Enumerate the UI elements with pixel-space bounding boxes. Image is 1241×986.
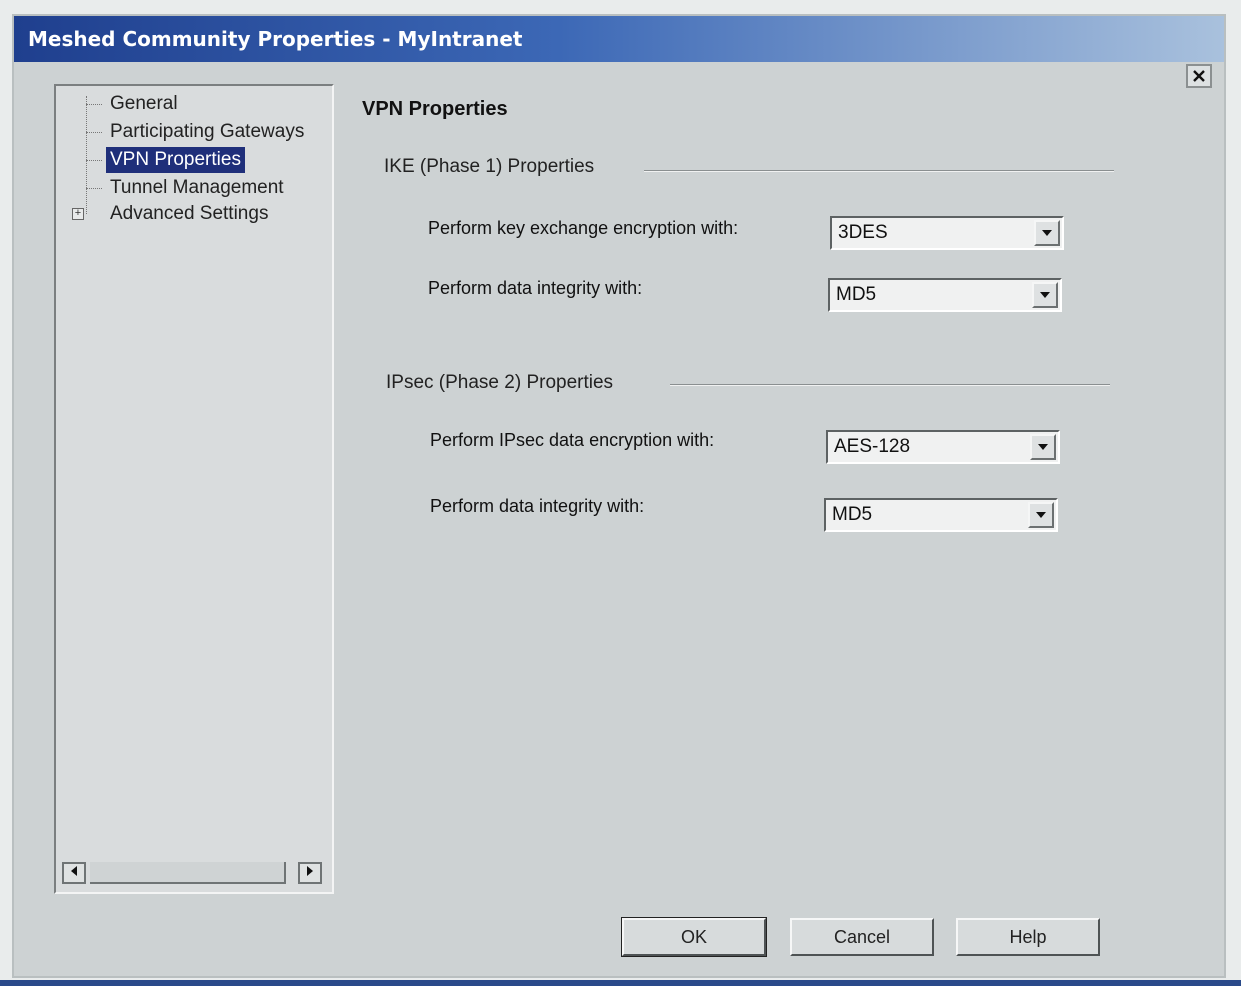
ipsec-integrity-label: Perform data integrity with: (430, 496, 645, 516)
plus-expander-icon[interactable]: + (72, 208, 84, 220)
dialog-window: Meshed Community Properties - MyIntranet… (12, 14, 1226, 978)
key-exchange-label: Perform key exchange encryption with: (428, 218, 739, 238)
ipsec-encryption-select[interactable]: AES-128 (826, 430, 1060, 464)
chevron-down-icon (1040, 292, 1050, 298)
ike-integrity-value: MD5 (836, 284, 877, 305)
dropdown-button[interactable] (1028, 502, 1054, 528)
taskbar-edge (0, 980, 1241, 986)
navigation-tree[interactable]: General Participating Gateways VPN Prope… (54, 84, 334, 894)
page-title: VPN Properties (362, 98, 508, 120)
tree-item-participating-gateways[interactable]: Participating Gateways (106, 119, 308, 145)
group-divider (644, 170, 1114, 172)
arrow-left-icon (71, 866, 77, 876)
chevron-down-icon (1042, 230, 1052, 236)
dropdown-button[interactable] (1034, 220, 1060, 246)
arrow-right-icon (307, 866, 313, 876)
tree-item-label: General (110, 93, 178, 114)
help-button[interactable]: Help (956, 918, 1100, 956)
ike-integrity-select[interactable]: MD5 (828, 278, 1062, 312)
dropdown-button[interactable] (1030, 434, 1056, 460)
title-bar: Meshed Community Properties - MyIntranet (14, 16, 1224, 62)
ike-integrity-label: Perform data integrity with: (428, 278, 643, 298)
chevron-down-icon (1038, 444, 1048, 450)
ok-button[interactable]: OK (621, 917, 767, 957)
ike-group-label: IKE (Phase 1) Properties (384, 156, 595, 177)
dropdown-button[interactable] (1032, 282, 1058, 308)
key-exchange-value: 3DES (838, 222, 888, 243)
scroll-track[interactable] (90, 862, 286, 884)
ipsec-group-label: IPsec (Phase 2) Properties (386, 372, 614, 393)
tree-item-label: Advanced Settings (110, 203, 269, 224)
horizontal-scrollbar[interactable] (62, 862, 326, 884)
tree-item-label: Participating Gateways (110, 121, 305, 142)
tree-item-label: Tunnel Management (110, 177, 284, 198)
ipsec-integrity-select[interactable]: MD5 (824, 498, 1058, 532)
tree-connector (86, 96, 87, 214)
tree-item-tunnel-management[interactable]: Tunnel Management (106, 175, 288, 201)
tree-item-general[interactable]: General (106, 91, 182, 117)
tree-connector (86, 104, 102, 105)
tree-item-vpn-properties[interactable]: VPN Properties (106, 147, 245, 173)
cancel-button[interactable]: Cancel (790, 918, 934, 956)
scroll-left-button[interactable] (62, 862, 86, 884)
scroll-right-button[interactable] (298, 862, 322, 884)
key-exchange-select[interactable]: 3DES (830, 216, 1064, 250)
tree-connector (86, 132, 102, 133)
tree-item-advanced-settings[interactable]: Advanced Settings (106, 201, 272, 227)
tree-item-label: VPN Properties (110, 149, 241, 170)
window-title: Meshed Community Properties - MyIntranet (28, 27, 523, 51)
tree-connector (86, 188, 102, 189)
chevron-down-icon (1036, 512, 1046, 518)
ipsec-integrity-value: MD5 (832, 504, 873, 525)
ipsec-encryption-label: Perform IPsec data encryption with: (430, 430, 715, 450)
ipsec-encryption-value: AES-128 (834, 436, 911, 457)
group-divider (670, 384, 1110, 386)
properties-panel: VPN Properties IKE (Phase 1) Properties … (344, 80, 1204, 906)
tree-connector (86, 160, 102, 161)
